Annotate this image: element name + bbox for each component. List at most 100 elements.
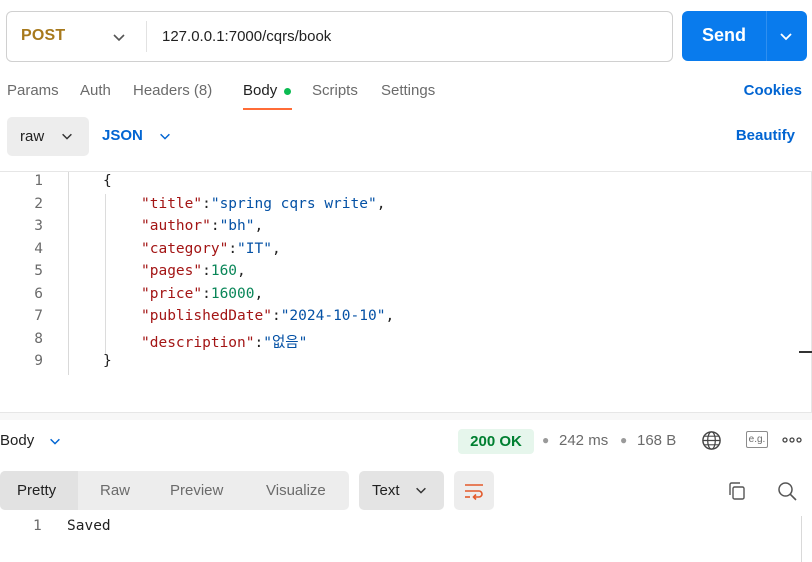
- json-field: "description":"없음": [141, 331, 307, 352]
- more-icon[interactable]: [781, 433, 803, 447]
- line-number: 6: [34, 285, 43, 302]
- json-comma: ,: [237, 263, 246, 279]
- line-number: 1: [33, 518, 42, 534]
- response-text: Saved: [67, 518, 111, 534]
- view-tab-pretty[interactable]: Pretty: [17, 482, 56, 499]
- view-tab-visualize[interactable]: Visualize: [266, 482, 326, 499]
- chevron-down-icon[interactable]: [48, 434, 62, 448]
- url-bar: POST 127.0.0.1:7000/cqrs/book: [6, 11, 673, 62]
- json-colon: :: [210, 218, 220, 234]
- globe-icon[interactable]: [701, 430, 722, 451]
- json-comma: ,: [376, 195, 386, 212]
- line-number: 3: [34, 218, 43, 234]
- response-section-label[interactable]: Body: [0, 432, 34, 449]
- separator-dot: ●: [542, 433, 550, 447]
- json-value: "bh": [219, 218, 255, 234]
- json-value: 160: [210, 263, 238, 279]
- response-format-label: Text: [372, 482, 400, 499]
- json-comma: ,: [385, 308, 395, 324]
- code-line[interactable]: 6 "price":16000,: [0, 286, 790, 308]
- response-divider[interactable]: [0, 412, 812, 420]
- code-line[interactable]: 4 "category":"IT",: [0, 241, 790, 263]
- chevron-down-icon: [416, 487, 426, 494]
- tab-scripts[interactable]: Scripts: [312, 82, 358, 99]
- line-number: 2: [34, 195, 43, 212]
- url-input[interactable]: 127.0.0.1:7000/cqrs/book: [162, 28, 331, 45]
- code-line[interactable]: 8 "description":"없음": [0, 331, 790, 353]
- line-number: 4: [34, 240, 43, 257]
- tab-body[interactable]: Body: [243, 82, 277, 99]
- code-line[interactable]: 3 "author":"bh",: [0, 218, 790, 240]
- active-tab-indicator: [243, 108, 292, 110]
- line-number: 1: [34, 173, 43, 189]
- json-colon: :: [228, 240, 238, 257]
- json-key: "publishedDate": [141, 308, 272, 324]
- json-colon: :: [271, 308, 281, 324]
- json-field: "category":"IT",: [141, 241, 281, 257]
- open-brace: {: [103, 173, 112, 189]
- language-select[interactable]: JSON: [102, 127, 143, 144]
- tab-params[interactable]: Params: [7, 82, 59, 99]
- json-field: "price":16000,: [141, 286, 263, 302]
- code-line[interactable]: 5 "pages":160,: [0, 263, 790, 285]
- body-mode-label: raw: [20, 128, 45, 145]
- chevron-down-icon: [113, 34, 125, 42]
- chevron-down-icon[interactable]: [158, 129, 172, 143]
- send-button[interactable]: Send: [682, 11, 807, 61]
- response-time[interactable]: 242 ms: [559, 432, 608, 449]
- json-key: "description": [141, 334, 255, 351]
- json-value: "2024-10-10": [280, 308, 386, 324]
- json-field: "pages":160,: [141, 263, 246, 279]
- beautify-button[interactable]: Beautify: [736, 127, 795, 144]
- line-number: 7: [34, 308, 43, 324]
- wrap-lines-button[interactable]: [454, 471, 494, 510]
- chevron-down-icon[interactable]: [778, 28, 794, 44]
- code-line[interactable]: 1{: [0, 173, 790, 195]
- json-comma: ,: [254, 218, 264, 234]
- code-line[interactable]: 7 "publishedDate":"2024-10-10",: [0, 308, 790, 330]
- code-line[interactable]: 9}: [0, 353, 790, 375]
- tab-headers[interactable]: Headers (8): [133, 82, 212, 99]
- line-number: 8: [34, 330, 43, 347]
- json-comma: ,: [254, 285, 264, 302]
- search-icon[interactable]: [776, 480, 798, 502]
- json-field: "title":"spring cqrs write",: [141, 196, 385, 212]
- json-key: "title": [141, 195, 203, 212]
- json-value: 16000: [210, 285, 255, 302]
- send-label: Send: [701, 25, 746, 45]
- view-tab-raw[interactable]: Raw: [100, 482, 130, 499]
- save-example-icon[interactable]: e.g.: [746, 431, 768, 448]
- json-field: "publishedDate":"2024-10-10",: [141, 308, 394, 324]
- json-colon: :: [202, 285, 211, 302]
- status-badge[interactable]: 200 OK: [458, 429, 534, 454]
- send-divider: [766, 11, 767, 61]
- response-scroll-edge: [801, 516, 802, 562]
- json-colon: :: [202, 195, 211, 212]
- json-field: "author":"bh",: [141, 218, 263, 234]
- line-number: 5: [34, 263, 43, 279]
- json-key: "category": [141, 240, 229, 257]
- line-number: 9: [34, 353, 43, 369]
- close-brace: }: [103, 353, 112, 369]
- json-value: "없음": [263, 334, 308, 351]
- response-size[interactable]: 168 B: [637, 432, 676, 449]
- json-key: "pages": [141, 263, 203, 279]
- separator-dot: ●: [620, 433, 628, 447]
- wrap-lines-icon: [465, 484, 483, 501]
- code-line[interactable]: 2 "title":"spring cqrs write",: [0, 196, 790, 218]
- method-divider: [146, 21, 147, 52]
- body-mode-select[interactable]: raw: [7, 117, 89, 156]
- editor-scroll-marker[interactable]: [799, 351, 812, 353]
- copy-icon[interactable]: [726, 480, 748, 502]
- tab-settings[interactable]: Settings: [381, 82, 435, 99]
- tab-auth[interactable]: Auth: [80, 82, 111, 99]
- method-label: POST: [21, 27, 66, 44]
- json-key: "price": [141, 285, 203, 302]
- view-tab-preview[interactable]: Preview: [170, 482, 223, 499]
- response-format-select[interactable]: Text: [359, 471, 444, 510]
- method-select[interactable]: POST: [7, 12, 145, 61]
- cookies-link[interactable]: Cookies: [744, 82, 802, 99]
- json-value: "IT": [237, 240, 272, 257]
- json-value: "spring cqrs write": [210, 195, 377, 212]
- json-comma: ,: [271, 240, 281, 257]
